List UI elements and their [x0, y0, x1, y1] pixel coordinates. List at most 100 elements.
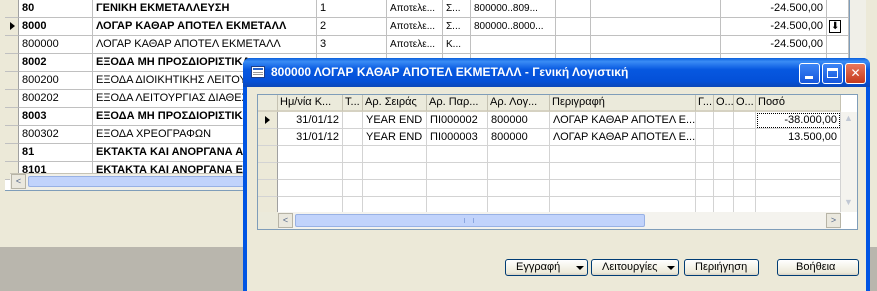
- dialog-titlebar[interactable]: 800000 ΛΟΓΑΡ ΚΑΘΑΡ ΑΠΟΤΕΛ ΕΚΜΕΤΑΛΛ - Γεν…: [243, 58, 870, 87]
- column-header[interactable]: Αρ. Παρ...: [427, 95, 488, 112]
- account-code-cell: 800000: [19, 36, 93, 54]
- minimize-button[interactable]: [799, 63, 820, 84]
- entry-series-cell: YEAR END: [363, 129, 427, 146]
- help-button[interactable]: Βοήθεια: [777, 259, 859, 276]
- account-level-cell: 2: [317, 18, 387, 36]
- row-selector: [5, 18, 19, 36]
- ledger-entry-row[interactable]: 31/01/12 YEAR END ΠΙ000003 800000 ΛΟΓΑΡ ΚΑΘΑ…: [258, 129, 857, 146]
- entry-t-cell: [343, 146, 363, 163]
- entry-amount-cell: -38.000,00: [756, 112, 841, 129]
- account-level-cell: 3: [317, 36, 387, 54]
- entry-o2-cell: [734, 112, 756, 129]
- horizontal-scrollbar[interactable]: < >: [278, 212, 841, 229]
- account-code-cell: 800200: [19, 72, 93, 90]
- entry-menu-label: Εγγραφή: [516, 261, 561, 273]
- entry-o2-cell: [734, 129, 756, 146]
- column-header[interactable]: Ποσό: [756, 95, 841, 112]
- account-code-cell: 80: [19, 0, 93, 18]
- entry-g-cell: [696, 112, 714, 129]
- account-row[interactable]: 80 ΓΕΝΙΚΗ ΕΚΜΕΤΑΛΛΕΥΣΗ 1 Αποτελε... Σ... 8000…: [5, 0, 849, 18]
- entry-doc-cell: ΠΙ000002: [427, 112, 488, 129]
- account-name-cell: ΛΟΓΑΡ ΚΑΘΑΡ ΑΠΟΤΕΛ ΕΚΜΕΤΑΛΛ: [93, 18, 317, 36]
- column-header[interactable]: Αρ. Λογ...: [488, 95, 550, 112]
- entry-account-cell: 800000: [488, 112, 550, 129]
- entry-date-cell: [278, 163, 343, 180]
- navigate-label: Περιήγηση: [695, 261, 748, 273]
- entry-account-cell: [488, 146, 550, 163]
- column-header[interactable]: Περιγραφή: [550, 95, 696, 112]
- navigate-button[interactable]: Περιήγηση: [684, 259, 759, 276]
- horizontal-scroll-thumb[interactable]: [295, 214, 645, 227]
- entry-series-cell: YEAR END: [363, 112, 427, 129]
- account-c4-cell: Αποτελε...: [387, 0, 443, 18]
- account-level-cell: 1: [317, 0, 387, 18]
- entry-date-cell: [278, 180, 343, 197]
- account-amount-cell: -24.500,00: [721, 0, 827, 18]
- column-header[interactable]: Ημ/νία Κ...: [278, 95, 343, 112]
- entry-series-cell: [363, 163, 427, 180]
- bg-horizontal-scrollbar[interactable]: <: [10, 173, 256, 190]
- maximize-icon: [827, 68, 838, 78]
- row-selector: [5, 0, 19, 18]
- dialog-title: 800000 ΛΟΓΑΡ ΚΑΘΑΡ ΑΠΟΤΕΛ ΕΚΜΕΤΑΛΛ - Γεν…: [271, 65, 629, 79]
- account-c4-cell: Αποτελε...: [387, 36, 443, 54]
- row-selector: [5, 36, 19, 54]
- empty-row[interactable]: [258, 180, 857, 197]
- form-icon: [251, 66, 265, 78]
- entry-t-cell: [343, 112, 363, 129]
- close-button[interactable]: ✕: [845, 63, 866, 84]
- row-selector: [5, 90, 19, 108]
- entry-o1-cell: [714, 163, 734, 180]
- account-c5-cell: Κ...: [443, 36, 471, 54]
- entry-g-cell: [696, 180, 714, 197]
- scroll-down-button[interactable]: ▼: [841, 196, 856, 211]
- account-extra-cell: [827, 36, 849, 54]
- entry-account-cell: [488, 163, 550, 180]
- column-header[interactable]: Ο...: [714, 95, 734, 112]
- account-row[interactable]: 800000 ΛΟΓΑΡ ΚΑΘΑΡ ΑΠΟΤΕΛ ΕΚΜΕΤΑΛΛ 3 Αποτελ…: [5, 36, 849, 54]
- entry-doc-cell: [427, 180, 488, 197]
- entry-account-cell: 800000: [488, 129, 550, 146]
- account-amount-cell: -24.500,00: [721, 18, 827, 36]
- scroll-grip-icon: [464, 218, 474, 223]
- grid-corner: [258, 212, 278, 229]
- drilldown-icon[interactable]: ⬇: [829, 20, 842, 33]
- maximize-button[interactable]: [822, 63, 843, 84]
- entry-amount-cell: 13.500,00: [756, 129, 841, 146]
- functions-menu-button[interactable]: Λειτουργίες: [591, 259, 679, 276]
- account-code-cell: 800302: [19, 126, 93, 144]
- account-blank-cell: [556, 18, 591, 36]
- column-header[interactable]: Τ...: [343, 95, 363, 112]
- ledger-entry-row[interactable]: 31/01/12 YEAR END ΠΙ000002 800000 ΛΟΓΑΡ ΚΑΘΑ…: [258, 112, 857, 129]
- entry-o2-cell: [734, 180, 756, 197]
- entry-date-cell: 31/01/12: [278, 129, 343, 146]
- empty-row[interactable]: [258, 146, 857, 163]
- account-blank-cell: [556, 0, 591, 18]
- account-range-cell: [471, 36, 556, 54]
- vertical-scrollbar[interactable]: ▲ ▼: [841, 112, 857, 212]
- row-selector: [5, 126, 19, 144]
- column-header[interactable]: Γ...: [696, 95, 714, 112]
- dropdown-arrow-icon: [667, 266, 675, 270]
- account-code-cell: 8000: [19, 18, 93, 36]
- entry-t-cell: [343, 163, 363, 180]
- bg-scroll-left-button[interactable]: <: [11, 174, 26, 189]
- row-selector: [258, 146, 278, 163]
- account-blank-cell: [591, 36, 721, 54]
- empty-row[interactable]: [258, 163, 857, 180]
- account-blank-cell: [591, 18, 721, 36]
- scroll-right-button[interactable]: >: [826, 213, 841, 228]
- account-blank-cell: [556, 36, 591, 54]
- column-header[interactable]: Ο...: [734, 95, 756, 112]
- scroll-left-button[interactable]: <: [278, 213, 293, 228]
- entry-series-cell: [363, 180, 427, 197]
- account-name-cell: ΓΕΝΙΚΗ ΕΚΜΕΤΑΛΛΕΥΣΗ: [93, 0, 317, 18]
- entry-menu-button[interactable]: Εγγραφή: [505, 259, 588, 276]
- scroll-up-button[interactable]: ▲: [841, 112, 856, 127]
- entry-date-cell: [278, 146, 343, 163]
- bg-scroll-thumb[interactable]: [28, 176, 256, 187]
- entry-o1-cell: [714, 180, 734, 197]
- account-row[interactable]: 8000 ΛΟΓΑΡ ΚΑΘΑΡ ΑΠΟΤΕΛ ΕΚΜΕΤΑΛΛ 2 Αποτελε.…: [5, 18, 849, 36]
- entry-t-cell: [343, 129, 363, 146]
- column-header[interactable]: Αρ. Σειράς: [363, 95, 427, 112]
